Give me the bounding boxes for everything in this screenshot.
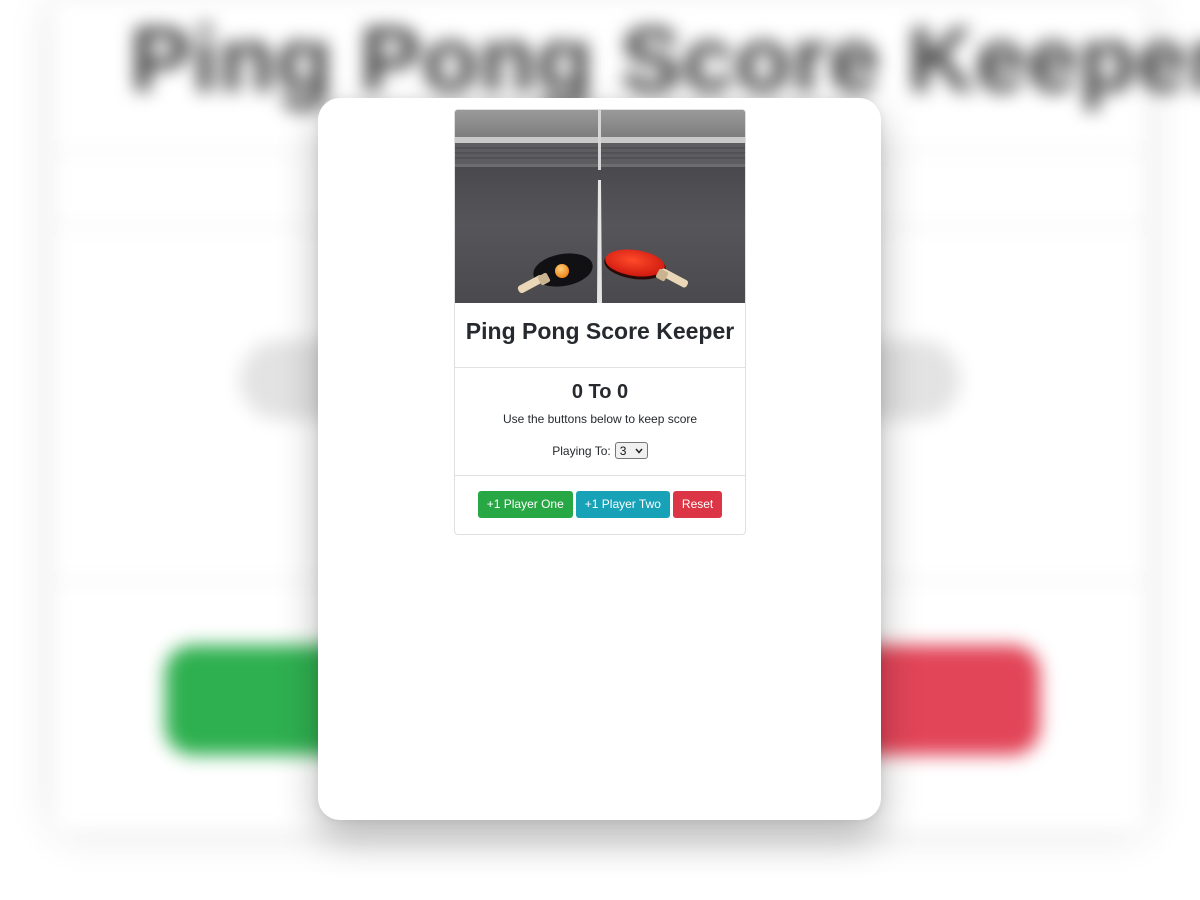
card-footer: +1 Player One +1 Player Two Reset: [455, 476, 745, 534]
ping-pong-photo: [455, 110, 745, 303]
page-title: Ping Pong Score Keeper: [465, 318, 735, 344]
chevron-down-icon: [635, 448, 643, 454]
card-header: Ping Pong Score Keeper: [455, 303, 745, 368]
reset-button[interactable]: Reset: [672, 491, 723, 518]
card-body: 0 To 0 Use the buttons below to keep sco…: [455, 368, 745, 476]
playing-to-value: 3: [619, 443, 627, 458]
score-display: 0 To 0: [571, 381, 629, 403]
playing-to-row: Playing To: 3: [455, 442, 745, 459]
player-two-button[interactable]: +1 Player Two: [575, 491, 670, 518]
score-card: Ping Pong Score Keeper 0 To 0 Use the bu…: [454, 109, 746, 535]
playing-to-select[interactable]: 3: [614, 442, 648, 459]
playing-to-label: Playing To:: [552, 443, 611, 458]
player-one-button[interactable]: +1 Player One: [477, 491, 573, 518]
modal-dialog: Ping Pong Score Keeper 0 To 0 Use the bu…: [318, 98, 881, 820]
instructions-text: Use the buttons below to keep score: [502, 412, 698, 426]
